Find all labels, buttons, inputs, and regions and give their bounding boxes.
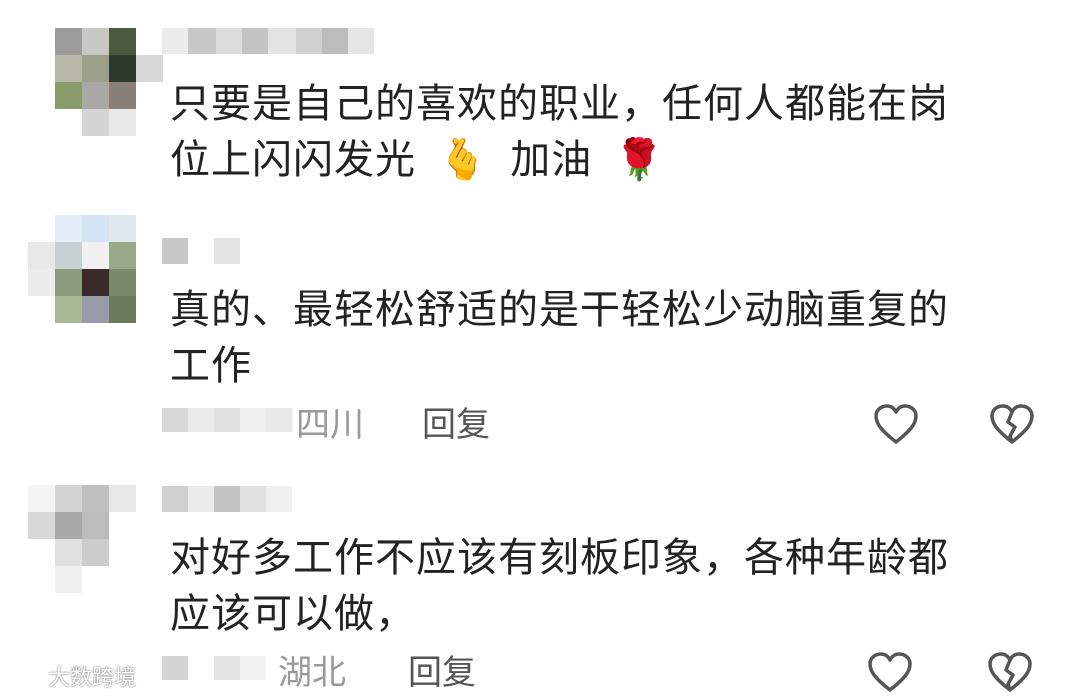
broken-heart-icon[interactable] xyxy=(988,402,1036,448)
watermark-text: 大数跨境 xyxy=(48,666,137,691)
avatar-blurred[interactable] xyxy=(28,215,136,323)
comment-meta: 湖北 回复 xyxy=(160,650,1060,700)
finger-heart-emoji: 🫰 xyxy=(437,137,489,183)
timestamp-blurred xyxy=(162,656,266,680)
timestamp-blurred xyxy=(162,408,292,432)
avatar-blurred[interactable] xyxy=(28,485,136,593)
comment-text-line-1: 对好多工作不应该有刻板印象，各种年龄都 xyxy=(170,535,949,581)
location-label: 四川 xyxy=(296,405,364,445)
reply-button[interactable]: 回复 xyxy=(422,402,490,448)
reply-button[interactable]: 回复 xyxy=(408,650,476,696)
comment-text-line-2: 工作 xyxy=(170,343,252,389)
comment-text-line-1: 只要是自己的喜欢的职业，任何人都能在岗 xyxy=(170,81,949,127)
like-heart-icon[interactable] xyxy=(872,402,920,448)
comment-text-line-1: 真的、最轻松舒适的是干轻松少动脑重复的 xyxy=(170,287,949,333)
watermark-logo-icon xyxy=(10,665,42,685)
rose-emoji: 🌹 xyxy=(613,137,665,183)
username-blurred[interactable] xyxy=(162,28,374,54)
avatar-blurred[interactable] xyxy=(55,28,163,136)
username-blurred[interactable] xyxy=(162,486,292,512)
comment-text-line-2: 应该可以做， xyxy=(170,591,416,637)
comment-text: 真的、最轻松舒适的是干轻松少动脑重复的 工作 xyxy=(170,282,1030,394)
watermark: 大数跨境 xyxy=(6,660,136,692)
location-label: 湖北 xyxy=(278,653,346,693)
like-heart-icon[interactable] xyxy=(866,650,914,696)
comment-meta: 四川 回复 xyxy=(160,402,1060,452)
broken-heart-icon[interactable] xyxy=(986,650,1034,696)
username-blurred[interactable] xyxy=(162,238,240,264)
comment-text-line-2: 位上闪闪发光 🫰 加油 🌹 xyxy=(170,137,665,183)
comment-text: 对好多工作不应该有刻板印象，各种年龄都 应该可以做， xyxy=(170,530,1030,642)
comment-text: 只要是自己的喜欢的职业，任何人都能在岗 位上闪闪发光 🫰 加油 🌹 xyxy=(170,76,1030,188)
